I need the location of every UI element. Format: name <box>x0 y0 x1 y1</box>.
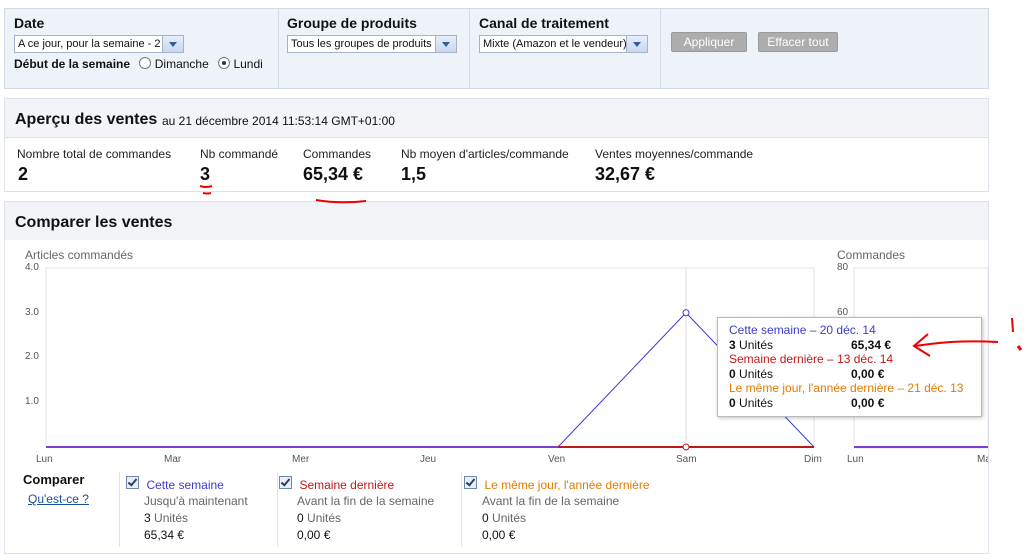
compare-legend-title: Comparer <box>23 472 85 487</box>
checkbox-last-year[interactable] <box>464 476 477 489</box>
tooltip-last-year-amount: 0,00 € <box>851 396 885 410</box>
legend-last-week-label: Semaine dernière <box>299 478 395 492</box>
radio-dimanche-label: Dimanche <box>154 57 209 71</box>
date-select-value: A ce jour, pour la semaine - 2 <box>18 38 161 50</box>
legend-last-year: Le même jour, l'année dernière <box>464 476 650 494</box>
metric-label-avg-sales: Ventes moyennes/commande <box>595 147 754 161</box>
metric-label-orders: Commandes <box>303 147 372 161</box>
series-point-0 <box>682 309 690 317</box>
tooltip-this-week-amount: 65,34 € <box>851 338 892 352</box>
week-start-label: Début de la semaine <box>14 57 131 71</box>
legend-last-year-amount: 0,00 € <box>482 528 516 542</box>
x-tick-label: Jeu <box>420 454 437 465</box>
date-label: Date <box>14 15 45 31</box>
x-tick-label: Ven <box>548 454 566 465</box>
sales-summary-title: Aperçu des ventes <box>15 111 158 128</box>
tooltip-last-week-units: 0 Unités <box>729 367 774 381</box>
tooltip-last-year-title: Le même jour, l'année dernière – 21 déc.… <box>729 381 964 395</box>
x-tick-label: Dim <box>804 454 822 465</box>
x-tick-label: Mer <box>292 454 310 465</box>
tooltip-last-year-units: 0 Unités <box>729 396 774 410</box>
sales-summary-header: Aperçu des ventes au 21 décembre 2014 11… <box>5 99 988 138</box>
underline-annotation <box>202 192 212 195</box>
series-point-1 <box>682 443 690 451</box>
x-tick-label: Ma <box>977 454 988 465</box>
metric-value-total-orders: 2 <box>18 164 29 184</box>
tooltip-this-week-units: 3 Unités <box>729 338 774 352</box>
channel-filter: Canal de traitement Mixte (Amazon et le … <box>469 9 661 88</box>
clear-all-button[interactable]: Effacer tout <box>758 32 838 52</box>
tooltip-this-week-title: Cette semaine – 20 déc. 14 <box>729 323 876 337</box>
metric-value-orders: 65,34 € <box>303 164 364 184</box>
chevron-down-icon[interactable] <box>626 36 647 52</box>
legend-this-week: Cette semaine <box>126 476 224 494</box>
metric-value-avg-sales: 32,67 € <box>595 164 656 184</box>
tooltip-last-week-title: Semaine dernière – 13 déc. 14 <box>729 352 894 366</box>
radio-lundi-label: Lundi <box>233 57 263 71</box>
legend-this-week-amount: 65,34 € <box>144 528 185 542</box>
metric-label-avg-items: Nb moyen d'articles/commande <box>401 147 569 161</box>
chevron-down-icon[interactable] <box>435 36 456 52</box>
checkbox-this-week[interactable] <box>126 476 139 489</box>
legend-last-week-amount: 0,00 € <box>297 528 331 542</box>
week-start-row: Début de la semaine Dimanche Lundi <box>14 57 263 71</box>
tooltip-last-week-amount: 0,00 € <box>851 367 885 381</box>
legend-this-week-subtitle: Jusqu'à maintenant <box>144 494 248 508</box>
metric-value-units-ordered: 3 <box>200 164 211 184</box>
mark-annotation <box>1016 345 1023 351</box>
channel-label: Canal de traitement <box>479 15 609 31</box>
legend-this-week-label: Cette semaine <box>146 478 224 492</box>
apply-button[interactable]: Appliquer <box>671 32 747 52</box>
chart-tooltip: Cette semaine – 20 déc. 14 3 Unités 65,3… <box>717 317 982 417</box>
checkbox-last-week[interactable] <box>279 476 292 489</box>
sales-summary-timestamp: au 21 décembre 2014 11:53:14 GMT+01:00 <box>162 114 395 128</box>
date-select[interactable]: A ce jour, pour la semaine - 2 <box>14 35 184 53</box>
product-group-select[interactable]: Tous les groupes de produits <box>287 35 457 53</box>
legend-last-week-units: 0 Unités <box>297 511 342 525</box>
series-line-0 <box>46 312 815 448</box>
whats-this-link[interactable]: Qu'est-ce ? <box>28 492 89 506</box>
x-tick-label: Mar <box>164 454 182 465</box>
x-tick-label: Sam <box>676 454 697 465</box>
metric-value-avg-items: 1,5 <box>401 164 427 184</box>
legend-this-week-units: 3 Unités <box>144 511 189 525</box>
sales-summary-panel: Aperçu des ventes au 21 décembre 2014 11… <box>4 98 989 192</box>
x-tick-label: Lun <box>847 454 864 465</box>
filter-bar: Date A ce jour, pour la semaine - 2 Débu… <box>4 8 989 89</box>
metric-label-units-ordered: Nb commandé <box>200 147 279 161</box>
chevron-down-icon[interactable] <box>162 36 183 52</box>
legend-last-week-subtitle: Avant la fin de la semaine <box>297 494 435 508</box>
channel-select[interactable]: Mixte (Amazon et le vendeur) <box>479 35 648 53</box>
legend-last-year-units: 0 Unités <box>482 511 527 525</box>
mark-annotation <box>1011 317 1014 333</box>
left-chart-plot-area <box>45 267 815 448</box>
product-group-select-value: Tous les groupes de produits <box>291 38 432 50</box>
product-group-label: Groupe de produits <box>287 15 417 31</box>
x-tick-label: Lun <box>36 454 53 465</box>
product-group-filter: Groupe de produits Tous les groupes de p… <box>278 9 470 88</box>
metric-label-total-orders: Nombre total de commandes <box>17 147 172 161</box>
legend-last-week: Semaine dernière <box>279 476 394 494</box>
radio-lundi[interactable] <box>218 57 231 69</box>
radio-dimanche[interactable] <box>139 57 152 69</box>
date-filter: Date A ce jour, pour la semaine - 2 Débu… <box>5 9 279 88</box>
left-chart-series <box>46 309 815 451</box>
legend-last-year-subtitle: Avant la fin de la semaine <box>482 494 620 508</box>
left-chart-grid <box>45 267 815 448</box>
legend-last-year-label: Le même jour, l'année dernière <box>484 478 650 492</box>
channel-select-value: Mixte (Amazon et le vendeur) <box>483 38 627 50</box>
